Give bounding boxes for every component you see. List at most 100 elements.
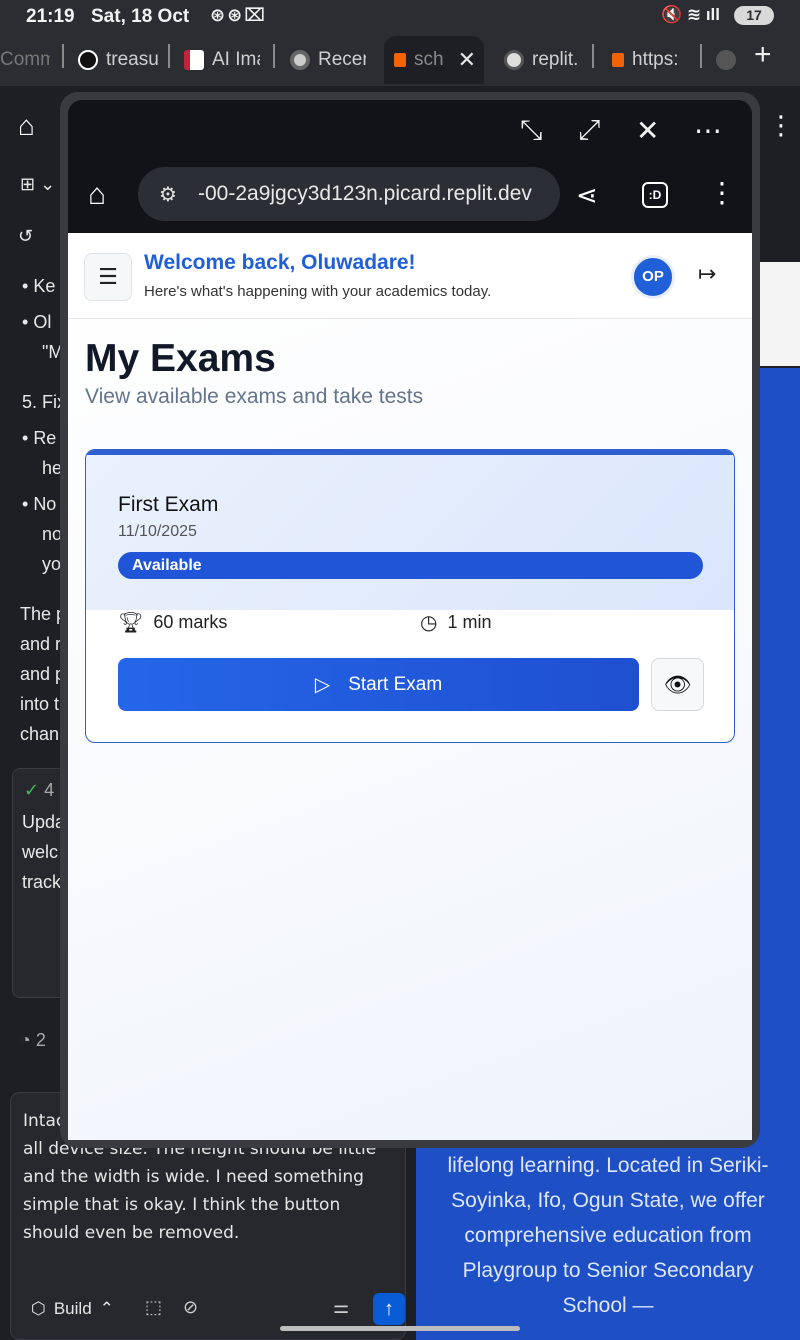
start-exam-button[interactable]: ▷ Start Exam [118, 658, 639, 711]
eye-icon: 👁︎ [663, 672, 692, 697]
duration-value: 1 min [447, 612, 492, 632]
close-tab-icon[interactable]: ✕ [458, 47, 476, 73]
replit-icon [612, 53, 624, 67]
clock-icon: ◷ [420, 612, 438, 634]
exam-duration: ◷ 1 min [420, 610, 491, 635]
welcome-heading: Welcome back, Oluwadare! [144, 251, 416, 274]
tab-recen[interactable]: Recen [290, 36, 366, 84]
tab-github[interactable] [716, 36, 740, 84]
tab-label: replit. [532, 49, 579, 70]
tab-favicon-icon [78, 50, 98, 70]
tab-separator [592, 44, 594, 68]
settings-sliders-icon[interactable]: ⚌ [333, 1297, 349, 1318]
bg-text: • No [22, 494, 57, 514]
bg-text: • Re [22, 428, 57, 448]
trophy-icon: 🏆︎ [118, 612, 144, 634]
tab-comm[interactable]: Comm [0, 36, 50, 84]
avatar: OP [631, 255, 675, 299]
marks-value: 60 marks [153, 612, 228, 632]
bg-text: welc [22, 842, 59, 862]
bg-text: • Ke [22, 276, 56, 296]
exam-card-header: First Exam 11/10/2025 Available [86, 450, 734, 610]
status-bar: 21:19 Sat, 18 Oct ⊛⊛⌧ 🔇 ≋ ıll 17 [0, 0, 800, 32]
send-button[interactable]: ↑ [373, 1293, 405, 1325]
tab-label: Recen [318, 49, 366, 70]
status-time: 21:19 [26, 6, 75, 27]
prompt-toolbar: ⬡ Build ⌃ ⬚ ⊘ ⚌ ↑ [17, 1289, 405, 1329]
github-icon [716, 50, 736, 70]
play-icon: ▷ [314, 674, 331, 696]
url-bar[interactable]: ⚙ -00-2a9jgcy3d123n.picard.replit.dev [138, 167, 560, 221]
tab-ai-ima[interactable]: AI Ima [184, 36, 260, 84]
logout-icon[interactable]: ↦ [698, 261, 716, 287]
app-header: ☰ Welcome back, Oluwadare! Here's what's… [68, 233, 752, 319]
build-label: Build [53, 1299, 92, 1318]
check-circle-icon: ✓ 4 [24, 780, 55, 800]
bg-text: chan [20, 724, 60, 744]
more-horizontal-icon[interactable]: ⋯ [694, 114, 722, 147]
tab-favicon-icon [290, 50, 310, 70]
url-text: -00-2a9jgcy3d123n.picard.replit.dev [198, 182, 532, 205]
status-date: Sat, 18 Oct [91, 6, 190, 27]
new-tab-button[interactable]: + [754, 38, 772, 72]
maximize-icon[interactable]: ⤢ [578, 114, 600, 147]
exam-card: First Exam 11/10/2025 Available 🏆︎ 60 ma… [85, 449, 735, 743]
bg-text: and r [20, 634, 62, 654]
popup-browser-window: ⤡ ⤢ ✕ ⋯ ⌂ ⚙ -00-2a9jgcy3d123n.picard.rep… [60, 92, 760, 1148]
bg-text: track [22, 872, 62, 892]
tab-label: treasu [106, 49, 159, 70]
tab-separator [273, 44, 275, 68]
page-title: My Exams [85, 337, 276, 380]
replit-icon [394, 53, 406, 67]
tab-separator [62, 44, 64, 68]
menu-icon[interactable]: ☰ [84, 253, 132, 301]
home-indicator[interactable] [280, 1326, 520, 1331]
notification-icons: ⊛⊛⌧ [210, 5, 267, 25]
attach-icon[interactable]: ⊘ [183, 1297, 198, 1318]
bg-right-text: lifelong learning. Located in Seriki-Soy… [447, 1154, 769, 1317]
share-icon[interactable]: ⋖ [576, 180, 598, 211]
more-vertical-icon[interactable]: ⋮ [708, 176, 736, 209]
exam-date: 11/10/2025 [118, 523, 197, 540]
tab-https[interactable]: https: [612, 36, 688, 84]
status-badge: Available [118, 552, 703, 579]
exam-marks: 🏆︎ 60 marks [118, 610, 227, 635]
bg-text: into t [20, 694, 60, 714]
minimize-icon[interactable]: ⤡ [520, 114, 542, 147]
exam-page: ☰ Welcome back, Oluwadare! Here's what's… [68, 233, 752, 1140]
tab-favicon-icon [184, 50, 204, 70]
browser-tab-strip: Comm treasu AI Ima Recen sch ✕ replit. h… [0, 32, 800, 86]
tab-label: AI Ima [212, 49, 260, 70]
signal-icons: 🔇 ≋ ıll [660, 5, 720, 24]
battery-icon: 17 [734, 6, 774, 25]
site-settings-icon[interactable]: ⚙ [138, 182, 198, 207]
history-icon[interactable]: ↺ [18, 226, 33, 247]
gauge-icon: ◔ 2 [20, 1030, 46, 1050]
build-mode-button[interactable]: ⬡ Build ⌃ [23, 1293, 122, 1325]
tab-sch-active[interactable]: sch ✕ [384, 36, 484, 84]
bg-text: • Ol [22, 312, 52, 332]
tab-label: Comm [0, 49, 50, 70]
home-icon[interactable]: ⌂ [18, 110, 35, 142]
start-exam-label: Start Exam [348, 673, 443, 695]
tab-replit[interactable]: replit. [504, 36, 580, 84]
exam-title: First Exam [118, 493, 219, 516]
tab-treasu[interactable]: treasu [78, 36, 160, 84]
tab-label: sch [414, 49, 444, 70]
close-icon[interactable]: ✕ [636, 114, 659, 147]
welcome-subtext: Here's what's happening with your academ… [144, 283, 492, 300]
tab-switcher-icon[interactable]: :D [642, 182, 668, 208]
bg-text: and p [20, 664, 66, 684]
bg-text: Upda [22, 812, 66, 832]
home-icon[interactable]: ⌂ [88, 178, 106, 212]
avatar-button[interactable]: OP [620, 251, 682, 303]
tab-separator [168, 44, 170, 68]
view-exam-button[interactable]: 👁︎ [651, 658, 704, 711]
more-vertical-icon[interactable]: ⋮ [768, 110, 794, 141]
cube-icon: ⬡ [31, 1299, 46, 1318]
globe-icon [504, 50, 524, 70]
select-icon[interactable]: ⬚ [145, 1297, 162, 1318]
workspace-icon[interactable]: ⊞ ⌄ [20, 174, 55, 195]
tab-label: https: [632, 49, 679, 70]
page-subtitle: View available exams and take tests [85, 385, 424, 408]
